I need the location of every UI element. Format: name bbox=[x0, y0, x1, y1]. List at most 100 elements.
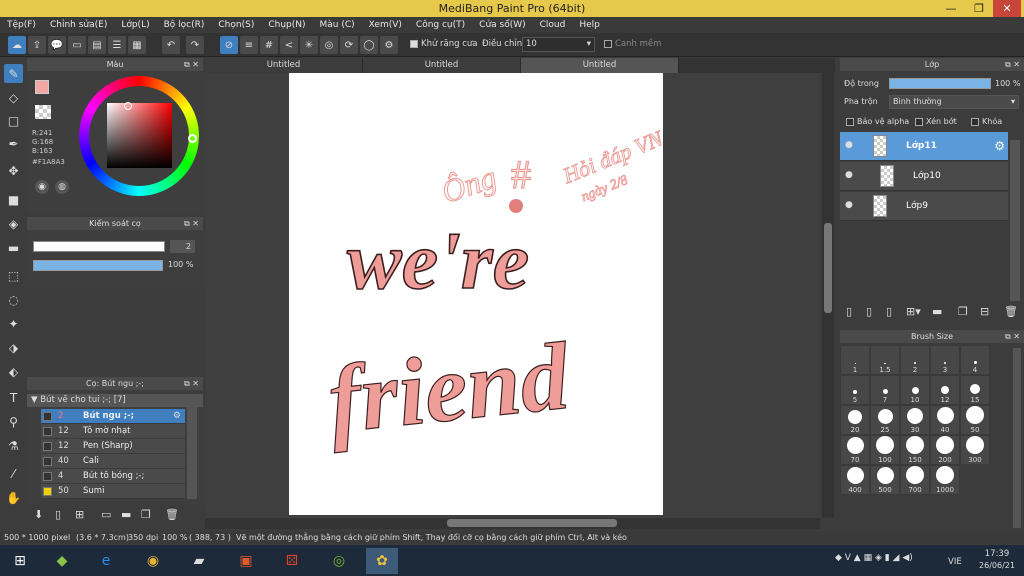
restore-button[interactable]: ❐ bbox=[965, 0, 993, 17]
export-icon[interactable]: ⇪ bbox=[28, 36, 46, 54]
tab-untitled-3[interactable]: Untitled bbox=[521, 58, 679, 73]
brush-list-item[interactable]: 4 Bút tô bóng ;-; bbox=[41, 469, 185, 484]
brush-list-scrollbar[interactable] bbox=[187, 404, 197, 499]
smooth-checkbox[interactable]: Canh mềm bbox=[604, 39, 661, 49]
eye-icon[interactable]: ● bbox=[845, 170, 853, 180]
eraser-tool-icon[interactable]: ◇ bbox=[4, 88, 23, 107]
brush-size-cell[interactable]: 50 bbox=[960, 405, 990, 435]
windows-start-icon[interactable]: ⊞ bbox=[4, 548, 36, 574]
brush-list-item[interactable]: 2 Bút ngu ;-; ⚙ bbox=[41, 409, 185, 424]
add-brush-icon[interactable]: ⊞ bbox=[75, 508, 84, 521]
parallel-snap-icon[interactable]: ≡ bbox=[240, 36, 258, 54]
horizontal-scroll-thumb[interactable] bbox=[447, 519, 617, 527]
radial-snap-icon[interactable]: ✳ bbox=[300, 36, 318, 54]
brush-size-cell[interactable]: 12 bbox=[930, 375, 960, 405]
brush-size-cell[interactable]: 400 bbox=[840, 465, 870, 495]
clipping-checkbox[interactable]: Xén bớt bbox=[915, 117, 957, 126]
move-tool-icon[interactable]: ✥ bbox=[4, 161, 23, 180]
lock-checkbox[interactable]: Khóa bbox=[971, 117, 1002, 126]
app-icon[interactable]: ⚄ bbox=[276, 548, 308, 574]
gear-icon[interactable]: ⚙ bbox=[173, 409, 181, 424]
folder-icon[interactable]: ▬ bbox=[121, 508, 131, 521]
layer-row[interactable]: ● Lớp11 ⚙ bbox=[840, 132, 1008, 161]
new-8bit-layer-icon[interactable]: ▯ bbox=[886, 305, 892, 318]
internet-explorer-icon[interactable]: e bbox=[90, 548, 122, 574]
eye-icon[interactable]: ● bbox=[845, 200, 853, 210]
tab-untitled-2[interactable]: Untitled bbox=[363, 58, 521, 73]
brush-size-cell[interactable]: 500 bbox=[870, 465, 900, 495]
merge-layer-icon[interactable]: ⊟ bbox=[980, 305, 989, 318]
brush-opacity-slider[interactable] bbox=[33, 260, 163, 271]
brush-group-header[interactable]: ▼ Bút vẽ cho tui ;-; [7] bbox=[27, 394, 203, 407]
menu-item-9[interactable]: Cửa sổ(W) bbox=[472, 20, 532, 30]
brush-size-cell[interactable]: 10 bbox=[900, 375, 930, 405]
undo-icon[interactable]: ↶ bbox=[162, 36, 180, 54]
delete-layer-icon[interactable]: 🗑 bbox=[1004, 305, 1018, 318]
new-halftone-layer-icon[interactable]: ▯ bbox=[866, 305, 872, 318]
brush-size-cell[interactable]: 5 bbox=[840, 375, 870, 405]
layer-folder-icon[interactable]: ▬ bbox=[932, 305, 942, 318]
menu-item-4[interactable]: Chọn(S) bbox=[211, 20, 261, 30]
hue-picker-handle[interactable] bbox=[188, 134, 197, 143]
clock-date[interactable]: 26/06/21 bbox=[977, 561, 1017, 570]
magic-wand-icon[interactable]: ✦ bbox=[4, 314, 23, 333]
brush-tool-icon[interactable]: ✎ bbox=[4, 64, 23, 83]
select-eraser-icon[interactable]: ⬖ bbox=[4, 362, 23, 381]
brush-size-cell[interactable]: 150 bbox=[900, 435, 930, 465]
circle-snap-icon[interactable]: ◎ bbox=[320, 36, 338, 54]
input-language[interactable]: VIE bbox=[948, 557, 962, 567]
panel-controls-icon[interactable]: ⧉ ✕ bbox=[184, 377, 199, 390]
cross-snap-icon[interactable]: # bbox=[260, 36, 278, 54]
tray-icons[interactable]: ◆ V ▲ ▦ ◈ ▮ ◢ ◀) bbox=[835, 553, 913, 563]
divide-tool-icon[interactable]: ⚲ bbox=[4, 412, 23, 431]
menu-item-10[interactable]: Cloud bbox=[533, 20, 573, 30]
grid-icon[interactable]: ▦ bbox=[128, 36, 146, 54]
blend-mode-dropdown[interactable]: Bình thường ▾ bbox=[889, 95, 1019, 109]
antialias-checkbox[interactable]: Khử răng cưa bbox=[410, 39, 478, 49]
eyedropper-icon[interactable]: ⁄ bbox=[4, 464, 23, 483]
brush-size-cell[interactable]: 30 bbox=[900, 405, 930, 435]
brush-size-slider[interactable] bbox=[33, 241, 165, 252]
file-explorer-icon[interactable]: ▰ bbox=[183, 548, 215, 574]
protect-alpha-checkbox[interactable]: Bảo vệ alpha bbox=[846, 117, 909, 126]
brush-size-cell[interactable]: 15 bbox=[960, 375, 990, 405]
brush-size-value[interactable]: 2 bbox=[170, 240, 195, 253]
new-brush-icon[interactable]: ▯ bbox=[55, 508, 61, 521]
menu-item-6[interactable]: Màu (C) bbox=[313, 20, 362, 30]
panel-controls-icon[interactable]: ⧉ ✕ bbox=[184, 217, 199, 230]
brush-size-cell[interactable]: 40 bbox=[930, 405, 960, 435]
trash-icon[interactable]: 🗑 bbox=[165, 508, 179, 521]
gear-icon[interactable]: ⚙ bbox=[994, 132, 1005, 161]
color-settings-icon[interactable]: ◍ bbox=[55, 180, 69, 194]
duplicate-layer-icon[interactable]: ❐ bbox=[958, 305, 968, 318]
brush-size-cell[interactable]: 2 bbox=[900, 345, 930, 375]
brush-size-cell[interactable]: 3 bbox=[930, 345, 960, 375]
brush-download-icon[interactable]: ⬇ bbox=[34, 508, 43, 521]
brush-size-cell[interactable]: 7 bbox=[870, 375, 900, 405]
select-pen-icon[interactable]: ⬗ bbox=[4, 338, 23, 357]
brush-size-cell[interactable]: 4 bbox=[960, 345, 990, 375]
brush-size-cell[interactable]: 200 bbox=[930, 435, 960, 465]
curve-snap-icon[interactable]: ⟳ bbox=[340, 36, 358, 54]
chrome-icon[interactable]: ◉ bbox=[137, 548, 169, 574]
adjust-dropdown[interactable]: 10 ▾ bbox=[522, 37, 595, 52]
brush-size-cell[interactable]: 1.5 bbox=[870, 345, 900, 375]
list-icon[interactable]: ☰ bbox=[108, 36, 126, 54]
brush-size-cell[interactable]: 70 bbox=[840, 435, 870, 465]
transparent-swatch[interactable] bbox=[35, 105, 51, 119]
brush-size-cell[interactable]: 25 bbox=[870, 405, 900, 435]
menu-item-2[interactable]: Lớp(L) bbox=[114, 20, 156, 30]
menu-item-5[interactable]: Chụp(N) bbox=[261, 20, 312, 30]
brush-list-item[interactable]: 12 Pen (Sharp) bbox=[41, 439, 185, 454]
settings-icon[interactable]: ⚙ bbox=[380, 36, 398, 54]
bucket-tool-icon[interactable]: ◈ bbox=[4, 214, 23, 233]
pen-tool-icon[interactable]: ✒ bbox=[4, 134, 23, 153]
brush-list-item[interactable]: 50 Sumi bbox=[41, 484, 185, 499]
brush-size-cell[interactable]: 1000 bbox=[930, 465, 960, 495]
brush-size-cell[interactable]: 100 bbox=[870, 435, 900, 465]
brush-size-cell[interactable]: 700 bbox=[900, 465, 930, 495]
close-button[interactable]: ✕ bbox=[993, 0, 1021, 17]
new-layer-icon[interactable]: ▯ bbox=[846, 305, 852, 318]
saturation-square[interactable] bbox=[107, 103, 172, 168]
text-tool-icon[interactable]: T bbox=[4, 388, 23, 407]
